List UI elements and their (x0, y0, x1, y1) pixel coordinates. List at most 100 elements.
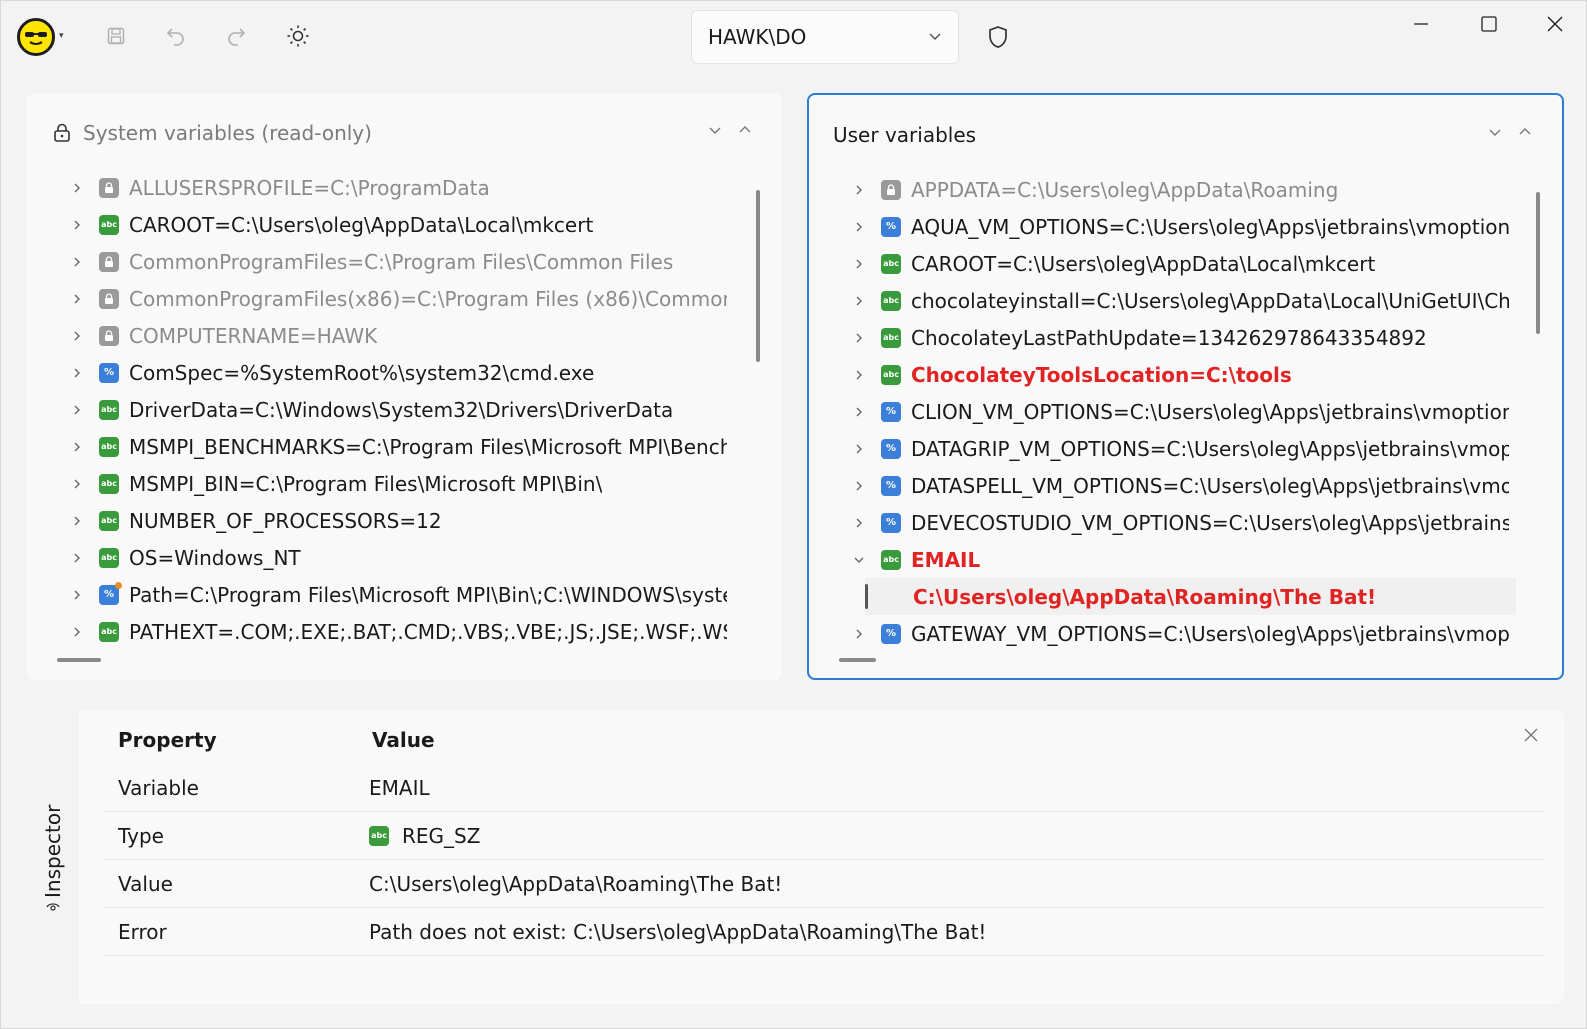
variable-row[interactable]: abc EMAIL (809, 541, 1562, 578)
chevron-down-icon (928, 28, 942, 47)
redo-icon[interactable] (219, 19, 253, 53)
property-value: C:\Users\oleg\AppData\Roaming\The Bat! (369, 872, 1545, 896)
close-inspector-icon[interactable] (1522, 726, 1540, 744)
chevron-right-icon[interactable] (851, 480, 867, 492)
theme-sun-icon[interactable] (281, 19, 315, 53)
panel-title: System variables (read-only) (83, 121, 372, 145)
save-icon[interactable] (99, 19, 133, 53)
app-window: ▾ HAWK\DO System variables (read-only) A… (0, 0, 1587, 1029)
variable-row[interactable]: abc CAROOT=C:\Users\oleg\AppData\Local\mk… (809, 245, 1562, 282)
system-variables-panel: System variables (read-only) ALLUSERSPRO… (27, 93, 782, 680)
locked-type-icon (99, 325, 119, 346)
variable-text: CAROOT=C:\Users\oleg\AppData\Local\mkcer… (129, 212, 594, 237)
vertical-scrollbar[interactable] (756, 190, 760, 362)
horizontal-scrollbar[interactable] (839, 658, 876, 662)
close-icon[interactable] (1530, 9, 1580, 39)
variable-row[interactable]: abc MSMPI_BIN=C:\Program Files\Microsoft … (27, 465, 782, 502)
variable-row[interactable]: APPDATA=C:\Users\oleg\AppData\Roaming (809, 171, 1562, 208)
chevron-right-icon[interactable] (851, 184, 867, 196)
chevron-right-icon[interactable] (69, 552, 85, 564)
variable-row[interactable]: abc PATHEXT=.COM;.EXE;.BAT;.CMD;.VBS;.VBE… (27, 613, 782, 650)
chevron-right-icon[interactable] (69, 626, 85, 638)
chevron-right-icon[interactable] (69, 441, 85, 453)
machine-select[interactable]: HAWK\DO (691, 10, 959, 64)
property-name: Value (118, 871, 173, 896)
property-row-error: Error Path does not exist: C:\Users\oleg\… (105, 908, 1545, 956)
variable-row[interactable]: % CLION_VM_OPTIONS=C:\Users\oleg\Apps\jet… (809, 393, 1562, 430)
chevron-right-icon[interactable] (851, 332, 867, 344)
variable-row[interactable]: abc CAROOT=C:\Users\oleg\AppData\Local\mk… (27, 206, 782, 243)
variable-row[interactable]: abc NUMBER_OF_PROCESSORS=12 (27, 502, 782, 539)
app-logo-icon[interactable] (17, 18, 55, 56)
variable-row[interactable]: abc DriverData=C:\Windows\System32\Driver… (27, 391, 782, 428)
chevron-right-icon[interactable] (69, 219, 85, 231)
undo-icon[interactable] (159, 19, 193, 53)
variable-value-row[interactable]: C:\Users\oleg\AppData\Roaming\The Bat! (865, 578, 1516, 615)
variable-text: CommonProgramFiles=C:\Program Files\Comm… (129, 249, 674, 274)
property-value-text: C:\Users\oleg\AppData\Roaming\The Bat! (369, 871, 783, 896)
inspector-tab-label: Inspector (41, 804, 65, 898)
variable-row[interactable]: abc OS=Windows_NT (27, 539, 782, 576)
chevron-right-icon[interactable] (69, 515, 85, 527)
variable-row[interactable]: % DEVECOSTUDIO_VM_OPTIONS=C:\Users\oleg\A… (809, 504, 1562, 541)
shield-icon[interactable] (981, 20, 1015, 54)
inspector-panel: Inspector Property Value Variable EMAIL Ty… (27, 710, 1564, 1004)
logo-dropdown-icon[interactable]: ▾ (59, 31, 64, 41)
maximize-icon[interactable] (1464, 9, 1514, 39)
chevron-right-icon[interactable] (851, 295, 867, 307)
expandable-type-icon: % (881, 512, 901, 533)
variable-row[interactable]: COMPUTERNAME=HAWK (27, 317, 782, 354)
chevron-right-icon[interactable] (69, 182, 85, 194)
inspector-tab[interactable]: Inspector (27, 710, 79, 1004)
chevron-right-icon[interactable] (69, 367, 85, 379)
variable-row[interactable]: % AQUA_VM_OPTIONS=C:\Users\oleg\Apps\jetb… (809, 208, 1562, 245)
chevron-right-icon[interactable] (69, 256, 85, 268)
variable-row[interactable]: CommonProgramFiles(x86)=C:\Program Files… (27, 280, 782, 317)
expand-all-icon[interactable] (1486, 123, 1504, 141)
horizontal-scrollbar[interactable] (57, 658, 101, 662)
variable-row[interactable]: abc chocolateyinstall=C:\Users\oleg\AppDa… (809, 282, 1562, 319)
chevron-right-icon[interactable] (69, 589, 85, 601)
variable-row[interactable]: abc MSMPI_BENCHMARKS=C:\Program Files\Mic… (27, 428, 782, 465)
chevron-right-icon[interactable] (69, 330, 85, 342)
variable-row[interactable]: % ComSpec=%SystemRoot%\system32\cmd.exe (27, 354, 782, 391)
variable-row[interactable]: % GATEWAY_VM_OPTIONS=C:\Users\oleg\Apps\j… (809, 615, 1562, 652)
chevron-right-icon[interactable] (69, 293, 85, 305)
collapse-all-icon[interactable] (1516, 123, 1534, 141)
variable-row[interactable]: abc ChocolateyLastPathUpdate=134262978643… (809, 319, 1562, 356)
collapse-all-icon[interactable] (736, 121, 754, 139)
chevron-right-icon[interactable] (851, 628, 867, 640)
chevron-right-icon[interactable] (851, 443, 867, 455)
chevron-right-icon[interactable] (69, 478, 85, 490)
chevron-right-icon[interactable] (851, 517, 867, 529)
variable-row[interactable]: % DATAGRIP_VM_OPTIONS=C:\Users\oleg\Apps\… (809, 430, 1562, 467)
panel-header: User variables (809, 95, 1562, 175)
variable-text: C:\Users\oleg\AppData\Roaming\The Bat! (913, 584, 1377, 609)
chevron-right-icon[interactable] (851, 221, 867, 233)
variable-text: MSMPI_BIN=C:\Program Files\Microsoft MPI… (129, 471, 603, 496)
property-column-header: Property (118, 728, 217, 752)
chevron-right-icon[interactable] (851, 406, 867, 418)
variable-text: ALLUSERSPROFILE=C:\ProgramData (129, 175, 490, 200)
user-variables-panel: User variables APPDATA=C:\Users\oleg\App… (807, 93, 1564, 680)
selection-indicator (865, 584, 868, 609)
chevron-right-icon[interactable] (851, 258, 867, 270)
chevron-right-icon[interactable] (69, 404, 85, 416)
chevron-down-icon[interactable] (851, 555, 867, 565)
property-row-variable: Variable EMAIL (105, 764, 1545, 812)
variable-row[interactable]: % DATASPELL_VM_OPTIONS=C:\Users\oleg\Apps… (809, 467, 1562, 504)
chevron-right-icon[interactable] (851, 369, 867, 381)
machine-select-value: HAWK\DO (708, 25, 807, 49)
expand-all-icon[interactable] (706, 121, 724, 139)
variable-text: Path=C:\Program Files\Microsoft MPI\Bin\… (129, 582, 727, 607)
minimize-icon[interactable] (1396, 9, 1446, 39)
variable-row[interactable]: abc ChocolateyToolsLocation=C:\tools (809, 356, 1562, 393)
variable-row[interactable]: % Path=C:\Program Files\Microsoft MPI\Bin… (27, 576, 782, 613)
variable-row[interactable]: CommonProgramFiles=C:\Program Files\Comm… (27, 243, 782, 280)
user-variables-list: APPDATA=C:\Users\oleg\AppData\Roaming% AQ… (809, 171, 1562, 652)
variable-row[interactable]: ALLUSERSPROFILE=C:\ProgramData (27, 169, 782, 206)
variable-text: MSMPI_BENCHMARKS=C:\Program Files\Micros… (129, 434, 727, 459)
property-table: Property Value Variable EMAIL Type abc REG_S… (105, 716, 1545, 956)
variable-text: GATEWAY_VM_OPTIONS=C:\Users\oleg\Apps\je… (911, 621, 1509, 646)
vertical-scrollbar[interactable] (1536, 192, 1540, 334)
